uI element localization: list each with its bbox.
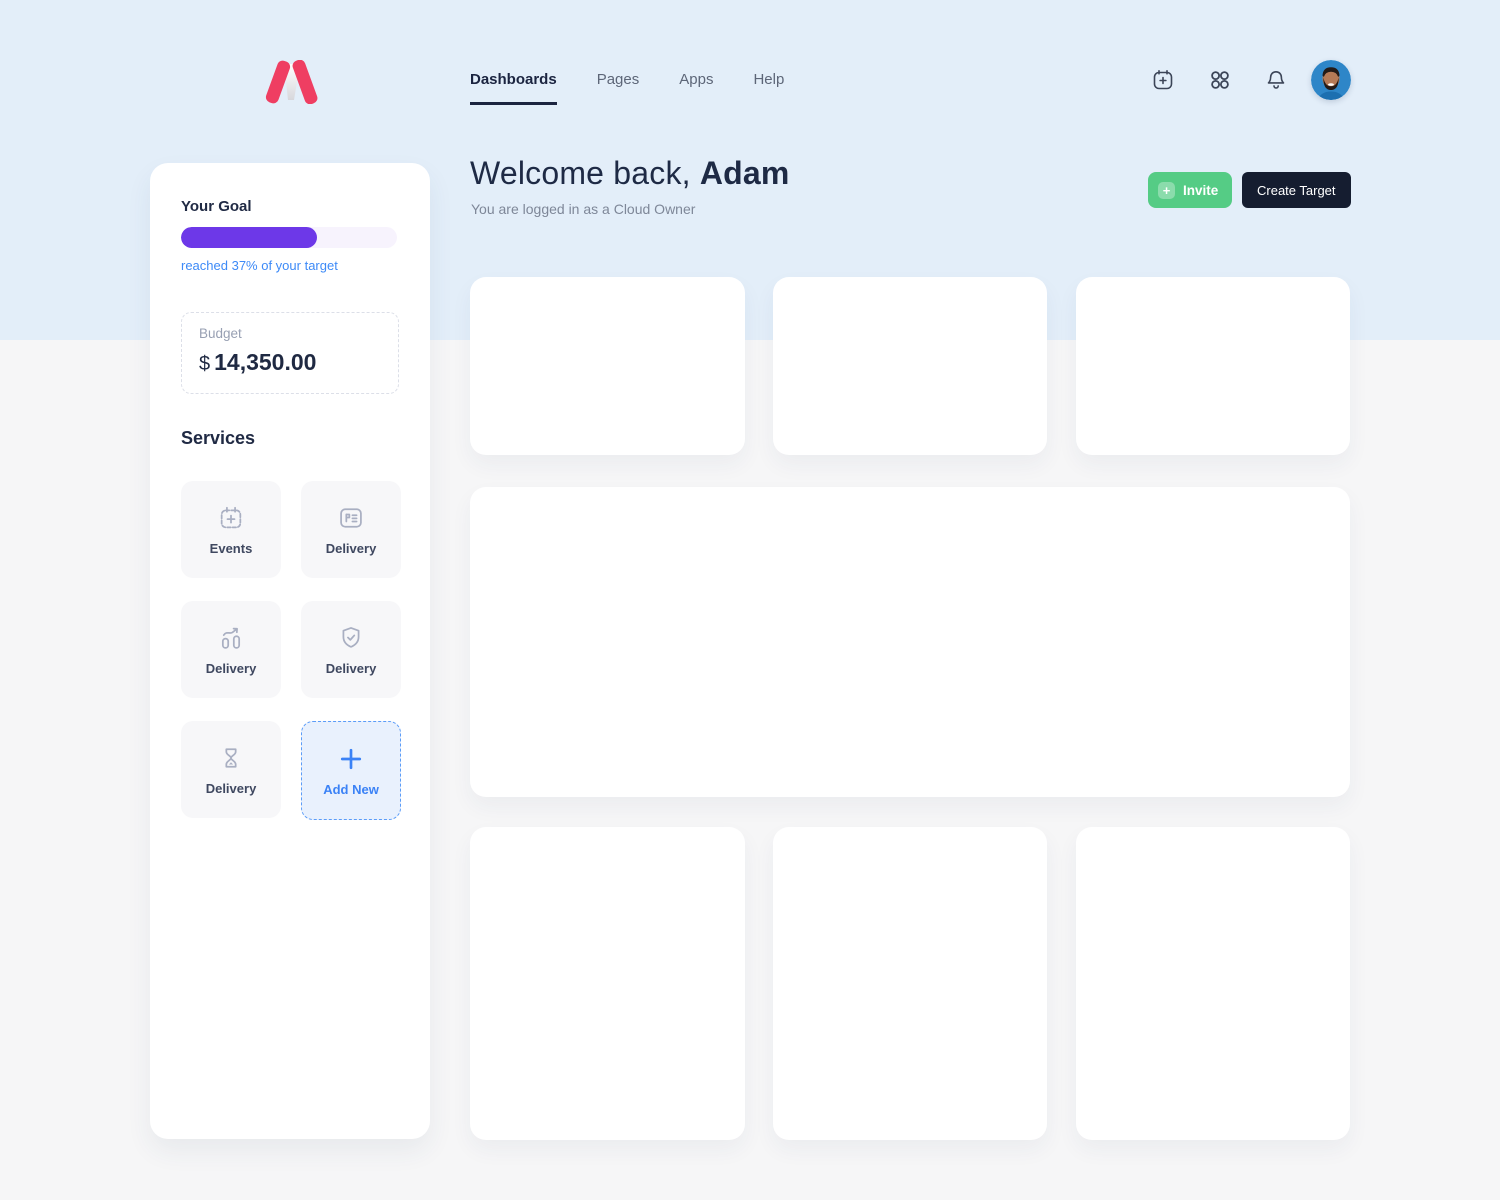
service-tile-delivery-3[interactable]: Delivery bbox=[301, 601, 401, 698]
service-tile-delivery-4[interactable]: Delivery bbox=[181, 721, 281, 818]
sidebar-card: Your Goal reached 37% of your target Bud… bbox=[150, 163, 430, 1139]
nav-item-dashboards[interactable]: Dashboards bbox=[470, 71, 557, 105]
goal-caption[interactable]: reached 37% of your target bbox=[181, 258, 338, 273]
service-tile-label: Delivery bbox=[206, 781, 257, 796]
page-subtitle: You are logged in as a Cloud Owner bbox=[471, 201, 695, 217]
budget-value: 14,350.00 bbox=[214, 349, 316, 375]
bar-chart-trend-icon bbox=[217, 624, 245, 652]
add-new-label: Add New bbox=[323, 782, 379, 797]
nav-item-pages[interactable]: Pages bbox=[597, 71, 640, 105]
calendar-plus-icon bbox=[217, 504, 245, 532]
goal-progress-bar bbox=[181, 227, 397, 248]
plus-icon: + bbox=[1158, 182, 1175, 199]
bell-icon[interactable] bbox=[1264, 68, 1288, 92]
nav-item-apps[interactable]: Apps bbox=[679, 71, 713, 105]
service-tile-label: Delivery bbox=[206, 661, 257, 676]
hourglass-icon bbox=[217, 744, 245, 772]
service-tile-delivery-1[interactable]: Delivery bbox=[301, 481, 401, 578]
brand-logo-icon bbox=[262, 60, 322, 104]
welcome-prefix: Welcome back, bbox=[470, 155, 700, 191]
services-title: Services bbox=[181, 428, 255, 449]
add-event-icon[interactable] bbox=[1151, 68, 1175, 92]
welcome-name: Adam bbox=[700, 155, 790, 191]
budget-box: Budget $14,350.00 bbox=[181, 312, 399, 394]
dashboard-card-2 bbox=[773, 277, 1047, 455]
topbar-actions bbox=[1148, 58, 1354, 102]
budget-currency: $ bbox=[199, 353, 210, 375]
dashboard-card-4 bbox=[470, 827, 745, 1140]
service-tile-label: Delivery bbox=[326, 541, 377, 556]
add-new-service-tile[interactable]: Add New bbox=[301, 721, 401, 820]
invite-button[interactable]: + Invite bbox=[1148, 172, 1232, 208]
dashboard-card-3 bbox=[1076, 277, 1350, 455]
top-nav: Dashboards Pages Apps Help bbox=[470, 71, 784, 105]
dashboard-card-1 bbox=[470, 277, 745, 455]
service-tile-delivery-2[interactable]: Delivery bbox=[181, 601, 281, 698]
nav-item-help[interactable]: Help bbox=[753, 71, 784, 105]
page: Dashboards Pages Apps Help bbox=[0, 0, 1500, 1200]
shield-check-icon bbox=[337, 624, 365, 652]
page-title: Welcome back, Adam bbox=[470, 155, 790, 192]
goal-title: Your Goal bbox=[181, 198, 252, 215]
invite-button-label: Invite bbox=[1183, 183, 1218, 198]
budget-amount: $14,350.00 bbox=[199, 349, 316, 376]
budget-label: Budget bbox=[199, 326, 242, 341]
dashboard-card-6 bbox=[1076, 827, 1350, 1140]
brand-logo[interactable] bbox=[262, 60, 322, 104]
document-card-icon bbox=[337, 504, 365, 532]
goal-progress-fill bbox=[181, 227, 317, 248]
create-target-button[interactable]: Create Target bbox=[1242, 172, 1351, 208]
service-tile-events[interactable]: Events bbox=[181, 481, 281, 578]
dashboard-card-5 bbox=[773, 827, 1047, 1140]
dashboard-card-wide bbox=[470, 487, 1350, 797]
service-tile-label: Delivery bbox=[326, 661, 377, 676]
apps-grid-icon[interactable] bbox=[1208, 68, 1232, 92]
service-tile-label: Events bbox=[210, 541, 253, 556]
avatar[interactable] bbox=[1311, 60, 1351, 100]
plus-icon bbox=[337, 745, 365, 773]
